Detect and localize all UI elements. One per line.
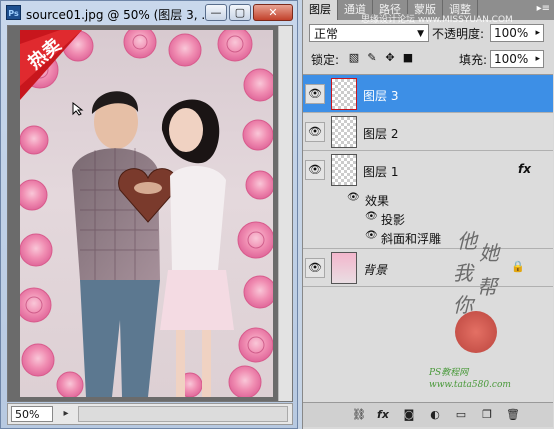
close-button[interactable]: ✕	[253, 4, 293, 21]
lock-icon: 🔒	[511, 260, 525, 273]
layer-name[interactable]: 图层 2	[363, 125, 398, 142]
signature-char: 他	[457, 229, 477, 253]
cursor-icon	[72, 102, 84, 116]
fill-field[interactable]: 100% ▸	[490, 50, 544, 68]
document-window: Ps source01.jpg @ 50% (图层 3, ... — ▢ ✕ 热…	[0, 0, 298, 429]
fill-value: 100%	[494, 52, 529, 66]
effect-drop-shadow[interactable]: 👁 投影	[303, 209, 553, 227]
document-image[interactable]: 热卖	[20, 30, 273, 397]
lock-label: 锁定:	[311, 53, 340, 67]
eye-icon[interactable]: 👁	[347, 192, 360, 203]
new-layer-icon[interactable]: ❐	[479, 408, 495, 422]
signature-char: 帮	[477, 275, 497, 299]
lock-all-icon[interactable]: ■	[401, 51, 415, 65]
eye-icon[interactable]: 👁	[305, 160, 325, 180]
fx-icon[interactable]: fx	[518, 162, 531, 176]
site-footer-text: PS教程网 www.tata580.com	[429, 368, 511, 390]
layers-panel: 图层 通道 路径 蒙版 调整 思缘设计论坛 www.MISSYUAN.COM ▸…	[302, 0, 554, 429]
photo-artwork	[20, 30, 273, 397]
signature-char: 她	[479, 241, 499, 265]
eye-icon[interactable]: 👁	[365, 230, 378, 241]
window-controls: — ▢ ✕	[205, 4, 293, 21]
blend-mode-select[interactable]: 正常 ▼	[309, 24, 429, 42]
document-titlebar[interactable]: Ps source01.jpg @ 50% (图层 3, ... — ▢ ✕	[1, 1, 297, 25]
link-icon[interactable]: ⛓	[351, 408, 367, 422]
layer-thumbnail	[331, 252, 357, 284]
lock-row: 锁定: ▧ ✎ ✥ ■ 填充: 100% ▸	[303, 47, 554, 71]
signature-char: 我	[453, 261, 473, 285]
mask-icon[interactable]: ◙	[401, 408, 417, 422]
effects-row[interactable]: 👁 效果	[303, 189, 553, 209]
eye-icon[interactable]: 👁	[305, 258, 325, 278]
adjustment-icon[interactable]: ◐	[427, 408, 443, 422]
blend-row: 正常 ▼ 不透明度: 100% ▸	[303, 21, 554, 45]
effect-name: 投影	[381, 213, 406, 227]
layer-row-1[interactable]: 👁 图层 1 fx	[303, 151, 553, 189]
layer-thumbnail	[331, 78, 357, 110]
fill-label: 填充:	[459, 53, 488, 67]
horizontal-scrollbar[interactable]	[78, 406, 288, 422]
chevron-right-icon: ▸	[535, 54, 540, 64]
layer-name[interactable]: 图层 3	[363, 87, 398, 104]
opacity-field[interactable]: 100% ▸	[490, 24, 544, 42]
lock-move-icon[interactable]: ✥	[383, 51, 397, 65]
zoom-field[interactable]: 50%	[11, 406, 53, 422]
opacity-label: 不透明度:	[432, 27, 485, 41]
eye-icon[interactable]: 👁	[365, 211, 378, 222]
vertical-scrollbar[interactable]	[278, 26, 292, 401]
document-title: source01.jpg @ 50% (图层 3, ...	[26, 8, 213, 22]
canvas-area[interactable]: 热卖	[7, 25, 293, 402]
restore-button[interactable]: ▢	[229, 4, 251, 21]
opacity-value: 100%	[494, 26, 529, 40]
status-bar: 50% ▸	[7, 403, 293, 425]
fx-icon[interactable]: fx	[375, 408, 391, 422]
layer-name[interactable]: 图层 1	[363, 163, 398, 180]
layer-thumbnail	[331, 116, 357, 148]
layer-thumbnail	[331, 154, 357, 186]
effects-label: 效果	[365, 194, 390, 208]
effect-name: 斜面和浮雕	[381, 232, 442, 246]
layer-row-2[interactable]: 👁 图层 2	[303, 113, 553, 151]
eye-icon[interactable]: 👁	[305, 122, 325, 142]
eye-icon[interactable]: 👁	[305, 84, 325, 104]
folder-icon[interactable]: ▭	[453, 408, 469, 422]
photoshop-logo-icon: Ps	[6, 5, 21, 20]
lock-brush-icon[interactable]: ✎	[365, 51, 379, 65]
status-menu-icon[interactable]: ▸	[58, 406, 74, 422]
red-seal-stamp	[455, 311, 497, 353]
panel-menu-icon[interactable]: ▸≡	[537, 3, 550, 14]
minimize-button[interactable]: —	[205, 4, 227, 21]
layer-list: 👁 图层 3 👁 图层 2 👁 图层 1 fx 👁 效果 👁 投影 👁 斜面和浮…	[303, 74, 553, 402]
blend-mode-value: 正常	[314, 27, 339, 41]
effect-bevel-emboss[interactable]: 👁 斜面和浮雕	[303, 227, 553, 249]
lock-transparent-icon[interactable]: ▧	[347, 51, 361, 65]
trash-icon[interactable]: 🗑	[505, 408, 521, 422]
layer-name[interactable]: 背景	[363, 261, 387, 278]
layer-row-3[interactable]: 👁 图层 3	[303, 75, 553, 113]
chevron-down-icon: ▼	[417, 29, 424, 39]
panel-bottom-toolbar: ⛓ fx ◙ ◐ ▭ ❐ 🗑	[303, 402, 553, 427]
tab-layers[interactable]: 图层	[303, 0, 338, 20]
layer-row-background[interactable]: 👁 背景 🔒	[303, 249, 553, 287]
chevron-right-icon: ▸	[535, 28, 540, 38]
